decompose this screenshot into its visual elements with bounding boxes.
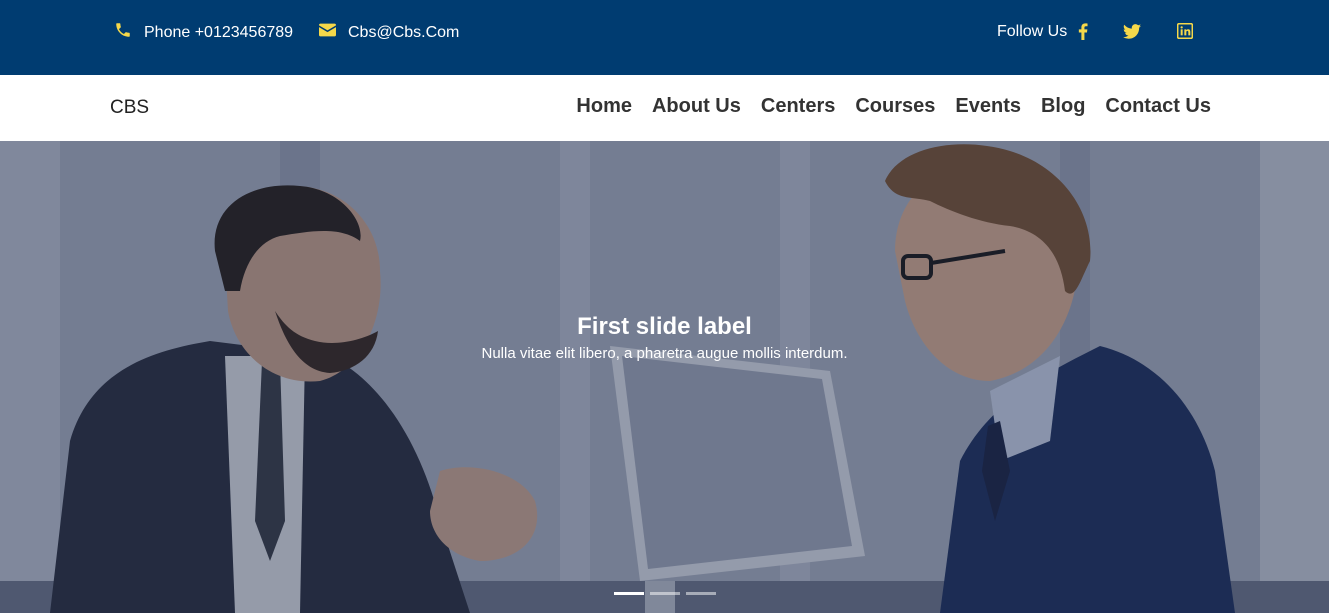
nav-link-blog[interactable]: Blog [1041, 95, 1085, 118]
carousel-indicator-1[interactable] [614, 592, 644, 595]
carousel-indicators [614, 592, 716, 595]
phone-icon [114, 21, 132, 44]
phone-text: Phone +0123456789 [144, 23, 294, 41]
slide-title: First slide label [577, 313, 752, 340]
email-text: Cbs@Cbs.Com [348, 23, 460, 41]
phone-contact[interactable]: Phone +0123456789 [114, 0, 293, 65]
top-bar: Phone +0123456789 Cbs@Cbs.Com Follow Us [0, 0, 1329, 75]
brand-logo[interactable]: CBS [110, 97, 149, 119]
nav-link-centers[interactable]: Centers [761, 95, 835, 118]
nav-link-contact-us[interactable]: Contact Us [1105, 95, 1211, 118]
main-navbar: CBS Home About Us Centers Courses Events… [0, 75, 1329, 141]
nav-link-about-us[interactable]: About Us [652, 95, 741, 118]
carousel-indicator-3[interactable] [686, 592, 716, 595]
slide-subtitle: Nulla vitae elit libero, a pharetra augu… [481, 345, 848, 362]
hero-overlay [0, 141, 1329, 613]
hero-caption: First slide label Nulla vitae elit liber… [0, 313, 1329, 362]
linkedin-icon[interactable] [1176, 22, 1194, 40]
carousel-indicator-2[interactable] [650, 592, 680, 595]
nav-link-events[interactable]: Events [955, 95, 1021, 118]
nav-link-courses[interactable]: Courses [855, 95, 935, 118]
email-contact[interactable]: Cbs@Cbs.Com [319, 0, 459, 65]
twitter-icon[interactable] [1123, 22, 1141, 40]
nav-link-home[interactable]: Home [576, 95, 632, 118]
follow-us-label: Follow Us [997, 23, 1068, 40]
hero-carousel[interactable]: First slide label Nulla vitae elit liber… [0, 141, 1329, 613]
nav-menu: Home About Us Centers Courses Events Blo… [576, 95, 1211, 118]
facebook-icon[interactable] [1074, 22, 1092, 40]
envelope-icon [319, 23, 336, 42]
